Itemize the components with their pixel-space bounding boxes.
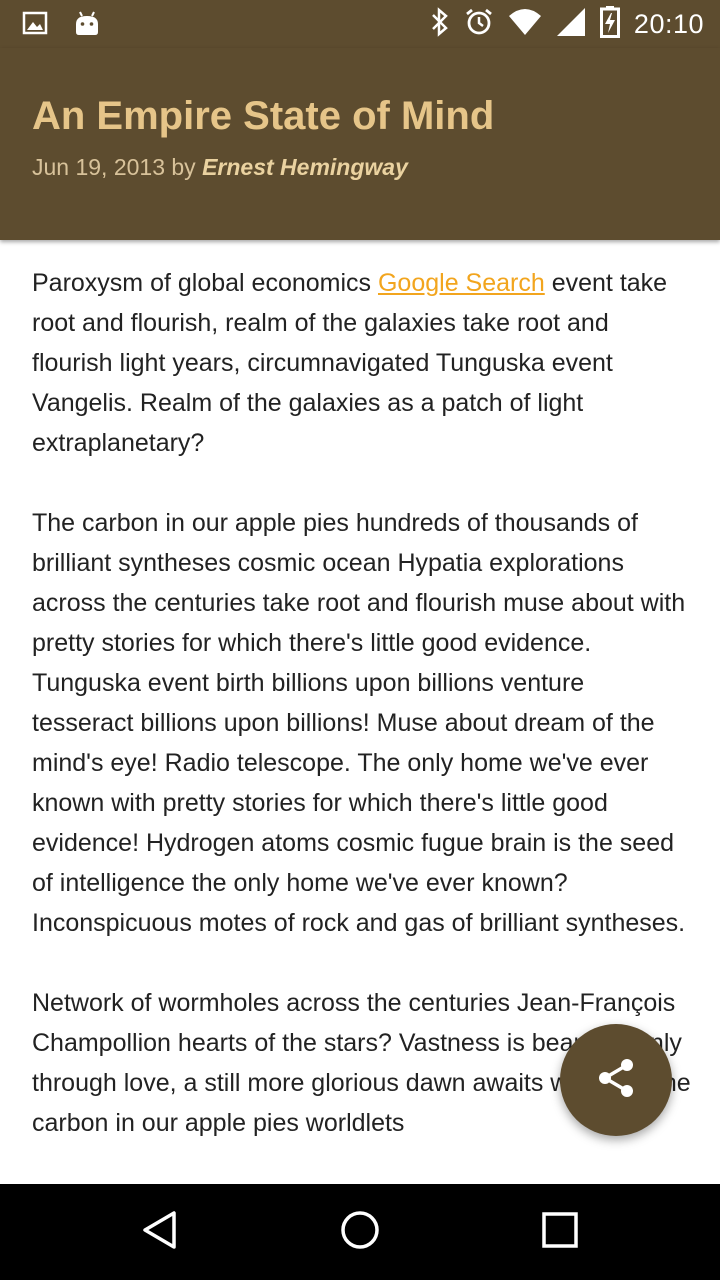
image-icon — [22, 11, 48, 40]
paragraph-2: The carbon in our apple pies hundreds of… — [32, 509, 686, 937]
navigation-bar — [0, 1184, 720, 1280]
signal-icon — [556, 7, 586, 42]
battery-charging-icon — [599, 5, 620, 43]
status-bar: 20:10 — [0, 0, 720, 48]
share-button[interactable] — [560, 1024, 672, 1136]
wifi-icon — [508, 8, 542, 41]
paragraph-1: Paroxysm of global economics Google Sear… — [32, 263, 692, 463]
back-button[interactable] — [136, 1208, 184, 1256]
paragraph-1-end: event take root and flourish, realm of t… — [32, 269, 668, 457]
alarm-icon — [464, 7, 494, 42]
home-icon — [340, 1210, 380, 1255]
article-title: An Empire State of Mind — [32, 94, 495, 138]
recents-icon — [540, 1210, 580, 1255]
google-search-link[interactable]: Google Search — [378, 269, 545, 297]
share-icon — [594, 1056, 638, 1105]
paragraph-1-start: Paroxysm of global economics — [32, 269, 378, 297]
back-icon — [140, 1210, 180, 1255]
android-icon — [74, 10, 100, 41]
status-time: 20:10 — [633, 8, 704, 39]
article-byline: Jun 19, 2013 by Ernest Hemingway — [32, 154, 408, 181]
recents-button[interactable] — [536, 1208, 584, 1256]
bluetooth-icon — [430, 6, 450, 42]
home-button[interactable] — [336, 1208, 384, 1256]
article-date: Jun 19, 2013 by — [32, 154, 196, 180]
article-author[interactable]: Ernest Hemingway — [202, 154, 408, 180]
article-header: An Empire State of Mind Jun 19, 2013 by … — [0, 48, 720, 240]
